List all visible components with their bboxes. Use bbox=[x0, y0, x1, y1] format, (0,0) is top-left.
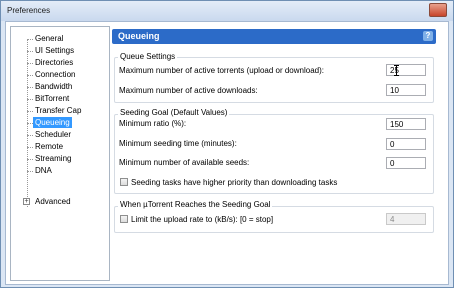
close-button[interactable] bbox=[429, 3, 447, 17]
min-ratio-label: Minimum ratio (%): bbox=[119, 119, 187, 128]
sidebar-item-remote[interactable]: Remote bbox=[33, 141, 65, 152]
sidebar-item-connection[interactable]: Connection bbox=[33, 69, 77, 80]
sidebar-item-ui-settings[interactable]: UI Settings bbox=[33, 45, 76, 56]
reaches-goal-title: When µTorrent Reaches the Seeding Goal bbox=[118, 200, 273, 209]
sidebar-item-bittorrent[interactable]: BitTorrent bbox=[33, 93, 71, 104]
min-ratio-input[interactable] bbox=[386, 118, 426, 130]
min-seeds-input[interactable] bbox=[386, 157, 426, 169]
sidebar-item-streaming[interactable]: Streaming bbox=[33, 153, 73, 164]
limit-upload-label[interactable]: Limit the upload rate to (kB/s): [0 = st… bbox=[131, 215, 273, 224]
window-title: Preferences bbox=[7, 6, 51, 15]
preferences-window: Preferences General UI Settings Director… bbox=[0, 0, 454, 288]
limit-upload-checkbox[interactable] bbox=[120, 215, 128, 223]
seeding-goal-title: Seeding Goal (Default Values) bbox=[118, 108, 230, 117]
panel-header: Queueing ? bbox=[112, 29, 436, 44]
sidebar-item-advanced[interactable]: Advanced bbox=[33, 196, 73, 207]
max-active-torrents-input[interactable] bbox=[386, 64, 426, 76]
sidebar-item-scheduler[interactable]: Scheduler bbox=[33, 129, 73, 140]
help-icon[interactable]: ? bbox=[423, 31, 433, 41]
expand-icon[interactable]: + bbox=[23, 198, 30, 205]
max-active-torrents-label: Maximum number of active torrents (uploa… bbox=[119, 66, 324, 75]
sidebar-item-general[interactable]: General bbox=[33, 33, 65, 44]
limit-upload-input[interactable] bbox=[386, 213, 426, 225]
sidebar-item-directories[interactable]: Directories bbox=[33, 57, 75, 68]
max-active-downloads-label: Maximum number of active downloads: bbox=[119, 86, 258, 95]
panel-title: Queueing bbox=[118, 31, 160, 41]
category-tree[interactable]: General UI Settings Directories Connecti… bbox=[10, 26, 110, 281]
max-active-downloads-input[interactable] bbox=[386, 84, 426, 96]
title-bar[interactable]: Preferences bbox=[1, 1, 453, 21]
sidebar-item-bandwidth[interactable]: Bandwidth bbox=[33, 81, 74, 92]
text-cursor-icon bbox=[394, 65, 399, 76]
queue-settings-title: Queue Settings bbox=[118, 52, 178, 61]
priority-checkbox-label[interactable]: Seeding tasks have higher priority than … bbox=[131, 178, 337, 187]
sidebar-item-transfer-cap[interactable]: Transfer Cap bbox=[33, 105, 83, 116]
min-seeds-label: Minimum number of available seeds: bbox=[119, 158, 250, 167]
min-seeding-time-label: Minimum seeding time (minutes): bbox=[119, 139, 237, 148]
priority-checkbox[interactable] bbox=[120, 178, 128, 186]
sidebar-item-dna[interactable]: DNA bbox=[33, 165, 54, 176]
sidebar-item-queueing[interactable]: Queueing bbox=[33, 117, 72, 128]
min-seeding-time-input[interactable] bbox=[386, 138, 426, 150]
